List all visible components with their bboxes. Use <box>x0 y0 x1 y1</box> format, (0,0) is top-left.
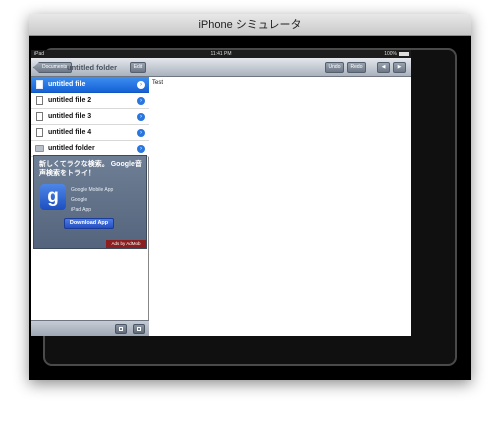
battery-percent: 100% <box>384 51 397 57</box>
sidebar-bottom-toolbar <box>31 320 149 336</box>
ad-category: iPad App <box>71 207 92 213</box>
new-folder-button[interactable] <box>133 324 145 334</box>
ad-publisher: Google <box>71 197 88 203</box>
window-title: iPhone シミュレータ <box>29 14 471 36</box>
prev-button[interactable]: ◀ <box>377 62 390 73</box>
status-time: 11:41 PM <box>210 51 232 57</box>
file-row-untitled-file-4[interactable]: untitled file 4 › <box>31 125 149 141</box>
admob-badge: Ads by AdMob <box>106 240 146 248</box>
next-button[interactable]: ▶ <box>393 62 406 73</box>
new-folder-icon <box>137 327 141 331</box>
file-row-label: untitled file 3 <box>48 113 92 120</box>
file-row-label: untitled file 4 <box>48 129 92 136</box>
status-bar: iPad 11:41 PM 100% <box>31 50 411 58</box>
ad-headline: 新しくてラクな検索。 Google音声検索をトライ！ <box>39 161 142 177</box>
new-file-button[interactable] <box>115 324 127 334</box>
google-app-icon: g <box>40 184 66 210</box>
ad-app-name: Google Mobile App <box>71 187 114 193</box>
disclosure-arrow-icon[interactable]: › <box>137 145 145 153</box>
file-icon <box>36 128 43 137</box>
new-file-icon <box>119 327 123 331</box>
sidebar-navbar: Documents untitled folder Edit <box>31 58 149 77</box>
disclosure-arrow-icon[interactable]: › <box>137 129 145 137</box>
file-icon <box>36 112 43 121</box>
redo-button[interactable]: Redo <box>347 62 366 73</box>
ad-banner[interactable]: 新しくてラクな検索。 Google音声検索をトライ！ g Google Mobi… <box>33 155 147 249</box>
disclosure-arrow-icon[interactable]: › <box>137 113 145 121</box>
file-list: untitled file › untitled file 2 › untitl… <box>31 77 149 157</box>
ipad-screen: iPad 11:41 PM 100% Documents untitled fo… <box>31 50 411 336</box>
disclosure-arrow-icon[interactable]: › <box>137 81 145 89</box>
folder-icon <box>35 145 44 152</box>
folder-title: untitled folder <box>67 63 117 72</box>
file-row-untitled-file-2[interactable]: untitled file 2 › <box>31 93 149 109</box>
battery-icon <box>399 52 409 56</box>
file-row-untitled-file[interactable]: untitled file › <box>31 77 149 93</box>
disclosure-arrow-icon[interactable]: › <box>137 97 145 105</box>
file-row-label: untitled folder <box>48 145 95 152</box>
document-text-area[interactable]: Test <box>152 80 163 86</box>
file-browser-pane: Documents untitled folder Edit untitled … <box>31 58 149 336</box>
editor-toolbar: Undo Redo ◀ ▶ <box>149 58 411 77</box>
file-row-label: untitled file <box>48 81 86 88</box>
file-icon <box>36 80 43 89</box>
undo-button[interactable]: Undo <box>325 62 344 73</box>
file-row-label: untitled file 2 <box>48 97 92 104</box>
edit-button[interactable]: Edit <box>130 62 146 73</box>
editor-pane: Undo Redo ◀ ▶ Test <box>149 58 411 336</box>
download-app-button[interactable]: Download App <box>64 218 114 229</box>
file-row-untitled-file-3[interactable]: untitled file 3 › <box>31 109 149 125</box>
ad-app-info: Google Mobile App Google iPad App <box>71 185 113 215</box>
file-icon <box>36 96 43 105</box>
